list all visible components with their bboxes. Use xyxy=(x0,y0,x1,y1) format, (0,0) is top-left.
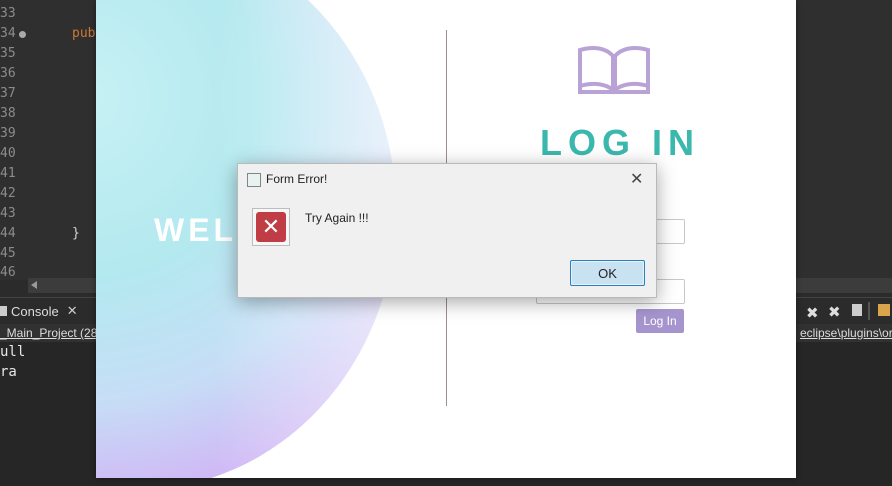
scroll-left-icon[interactable] xyxy=(31,281,37,289)
pin-console-icon[interactable] xyxy=(878,304,890,316)
dialog-message: Try Again !!! xyxy=(305,211,369,225)
line-number: 38 xyxy=(0,106,16,121)
line-number: 45 xyxy=(0,246,16,261)
scroll-lock-icon[interactable] xyxy=(852,304,862,316)
line-number: 41 xyxy=(0,166,16,181)
line-number: 35 xyxy=(0,46,16,61)
line-number: 46 xyxy=(0,265,16,277)
console-line: ull xyxy=(0,344,26,360)
close-icon[interactable]: ✕ xyxy=(630,169,643,189)
line-number: 43 xyxy=(0,206,16,221)
line-number: 39 xyxy=(0,126,16,141)
code-line: pub xyxy=(72,26,96,41)
console-tab-label: Console xyxy=(11,303,59,319)
toolbar-divider xyxy=(868,302,870,320)
error-icon: ✕ xyxy=(252,208,290,246)
username-field[interactable] xyxy=(653,219,685,244)
welcome-text: WEL xyxy=(154,212,238,248)
line-number: 42 xyxy=(0,186,16,201)
code-line: } xyxy=(72,226,80,241)
login-button[interactable]: Log In xyxy=(636,309,684,333)
remove-launch-icon[interactable]: ✖ xyxy=(806,304,819,322)
book-icon xyxy=(576,44,652,101)
remove-all-icon[interactable]: ✖ xyxy=(828,303,841,321)
login-title: LOG IN xyxy=(540,122,700,163)
line-number: 44 xyxy=(0,226,16,241)
window-icon xyxy=(247,173,261,187)
tab-console[interactable]: Console ✕ xyxy=(0,303,78,319)
dialog-title: Form Error! xyxy=(266,172,328,186)
line-number: 37 xyxy=(0,86,16,101)
console-icon xyxy=(0,306,7,316)
project-label: _Main_Project (28) xyxy=(0,326,102,340)
launch-path: eclipse\plugins\or xyxy=(800,326,892,340)
close-icon[interactable]: ✕ xyxy=(67,303,78,319)
console-line: ra xyxy=(0,364,17,380)
ok-button[interactable]: OK xyxy=(570,260,645,286)
fold-marker-icon[interactable] xyxy=(19,31,26,38)
error-x-icon: ✕ xyxy=(256,212,286,242)
line-number: 36 xyxy=(0,66,16,81)
line-number: 33 xyxy=(0,6,16,21)
error-dialog: Form Error! ✕ ✕ Try Again !!! OK xyxy=(237,163,657,298)
line-number: 40 xyxy=(0,146,16,161)
